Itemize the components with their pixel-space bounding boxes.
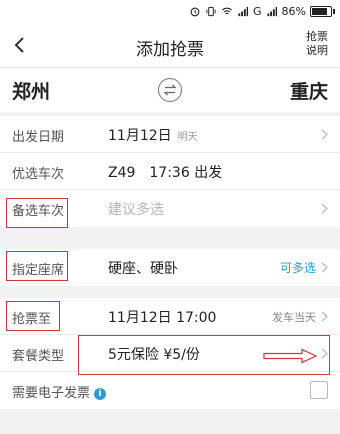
annotation-arrow-icon xyxy=(263,348,318,364)
route-selector: 郑州 重庆 xyxy=(0,68,340,112)
date-value: 11月12日 明天 xyxy=(108,125,198,145)
departure-city[interactable]: 郑州 xyxy=(12,77,50,104)
alarm-icon xyxy=(190,7,200,16)
status-icons: G 86% xyxy=(189,4,335,18)
page-title: 添加抢票 xyxy=(136,40,204,60)
arrival-city[interactable]: 重庆 xyxy=(290,77,328,104)
grab-until-value: 11月12日 17:00 xyxy=(108,310,217,326)
multi-select-link[interactable]: 可多选 xyxy=(280,259,316,276)
date-label: 出发日期 xyxy=(12,130,65,145)
battery-fill xyxy=(312,7,328,15)
invoice-label: 需要电子发票 i xyxy=(12,382,107,401)
chevron-right-icon xyxy=(321,203,328,214)
preferred-train-label: 优选车次 xyxy=(12,167,65,182)
chevron-right-icon xyxy=(321,129,328,140)
swap-icon[interactable] xyxy=(157,77,183,103)
grab-until-hint: 发车当天 xyxy=(272,311,316,324)
preferred-train-row[interactable]: 优选车次 Z49 17:36 出发 xyxy=(0,153,340,190)
seat-value: 硬座、硬卧 xyxy=(108,261,178,277)
annotation-box-seat xyxy=(6,251,68,281)
package-label: 套餐类型 xyxy=(12,349,65,364)
invoice-checkbox[interactable] xyxy=(310,381,328,399)
help-link-line1: 抢票 xyxy=(306,30,328,43)
preferred-train-value: Z49 17:36 出发 xyxy=(108,165,223,181)
info-icon[interactable]: i xyxy=(94,388,107,400)
date-sub: 明天 xyxy=(177,132,198,143)
date-row[interactable]: 出发日期 11月12日 明天 xyxy=(0,116,340,153)
vibrate-icon xyxy=(206,6,216,16)
date-text: 11月12日 xyxy=(108,128,172,144)
battery-percent: 86% xyxy=(281,4,306,18)
signal-icon xyxy=(238,6,249,16)
annotation-box-grab-until xyxy=(6,301,60,331)
signal-icon-2 xyxy=(266,6,277,16)
chevron-right-icon xyxy=(321,262,328,273)
help-link[interactable]: 抢票 说明 xyxy=(304,30,330,58)
network-type: G xyxy=(253,4,262,18)
help-link-line2: 说明 xyxy=(306,44,328,57)
header: 添加抢票 抢票 说明 xyxy=(0,22,340,68)
invoice-row: 需要电子发票 i xyxy=(0,372,340,409)
wifi-icon xyxy=(222,7,232,14)
status-bar: G 86% xyxy=(0,0,340,22)
invoice-label-text: 需要电子发票 xyxy=(12,386,91,401)
annotation-box-alternate-train xyxy=(6,198,68,228)
alternate-train-placeholder: 建议多选 xyxy=(108,202,164,218)
chevron-right-icon xyxy=(321,311,328,322)
battery-icon xyxy=(310,5,335,17)
